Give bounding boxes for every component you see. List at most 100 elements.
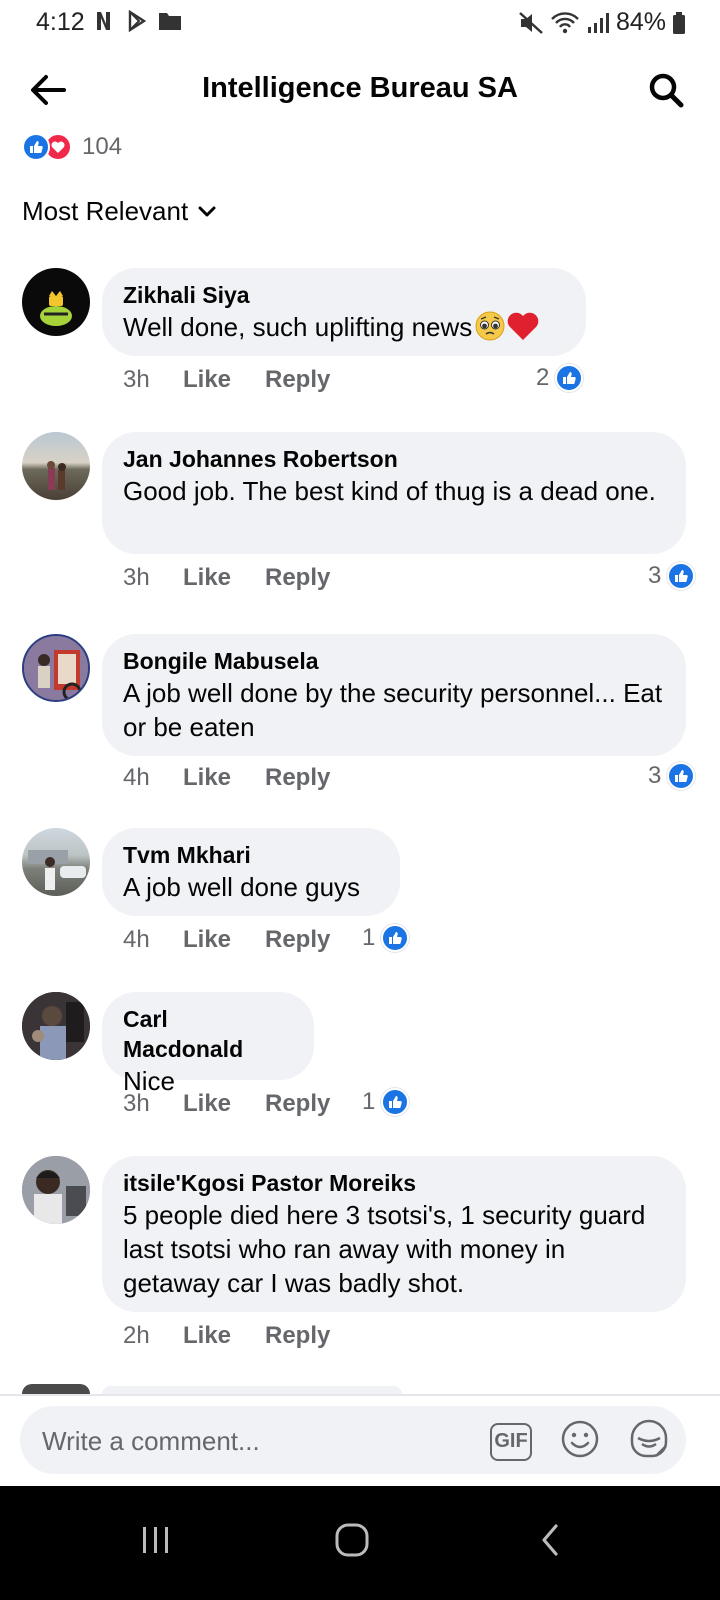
comment-like-count: 1 (362, 924, 376, 951)
comment-time[interactable]: 2h (123, 1322, 183, 1350)
like-button[interactable]: Like (183, 1090, 265, 1118)
comment-reactions[interactable]: 3 (648, 562, 696, 590)
avatar[interactable] (22, 992, 90, 1060)
status-time: 4:12 (36, 8, 85, 36)
like-icon (381, 1088, 410, 1116)
status-bar: 4:12 84% (0, 0, 720, 44)
comment-bubble[interactable]: Jan Johannes Robertson Good job. The bes… (102, 432, 686, 554)
comment-like-count: 1 (362, 1088, 376, 1115)
comment-actions: 3h Like Reply (123, 564, 355, 592)
comment-like-count: 2 (536, 364, 550, 391)
reactions-summary[interactable]: 104 (22, 132, 122, 162)
avatar[interactable] (22, 432, 90, 500)
comment-text: A job well done by the security personne… (123, 678, 663, 742)
comment-author[interactable]: Bongile Mabusela (123, 646, 666, 676)
reply-button[interactable]: Reply (265, 764, 355, 792)
next-comment-avatar-partial (22, 1384, 90, 1394)
like-button[interactable]: Like (183, 1322, 265, 1350)
comment-reactions[interactable]: 1 (362, 924, 410, 952)
reply-button[interactable]: Reply (265, 1322, 355, 1350)
comment-actions: 4h Like Reply (123, 926, 355, 954)
comment-actions: 2h Like Reply (123, 1322, 355, 1350)
comment-input[interactable]: Write a comment... (42, 1426, 260, 1457)
comment-time[interactable]: 4h (123, 926, 183, 954)
chevron-down-icon (198, 206, 216, 216)
sticker-button[interactable] (628, 1418, 670, 1465)
comment-time[interactable]: 3h (123, 1090, 183, 1118)
battery-percent: 84% (615, 8, 666, 36)
comment-bubble[interactable]: Tvm Mkhari A job well done guys (102, 828, 400, 916)
like-icon (555, 364, 584, 392)
avatar[interactable] (22, 828, 90, 896)
comment-author[interactable]: Carl Macdonald (123, 1004, 294, 1064)
mute-icon (519, 11, 543, 34)
comment-time[interactable]: 3h (123, 564, 183, 592)
like-button[interactable]: Like (183, 366, 265, 394)
next-comment-bubble-partial (102, 1386, 402, 1394)
composer-divider (0, 1394, 720, 1396)
comment-time[interactable]: 3h (123, 366, 183, 394)
emoji-icon (561, 1420, 599, 1458)
composer-actions: GIF (490, 1418, 670, 1465)
comment-time[interactable]: 4h (123, 764, 183, 792)
comment-author[interactable]: Jan Johannes Robertson (123, 444, 666, 474)
comment-bubble[interactable]: Zikhali Siya Well done, such uplifting n… (102, 268, 586, 356)
comment-text: Good job. The best kind of thug is a dea… (123, 476, 656, 506)
recents-icon (143, 1527, 168, 1553)
wifi-icon (551, 11, 579, 33)
reply-button[interactable]: Reply (265, 366, 355, 394)
comment-reactions[interactable]: 1 (362, 1088, 410, 1116)
like-icon (667, 562, 696, 590)
like-icon (381, 924, 410, 952)
comment-actions: 3h Like Reply (123, 1090, 355, 1118)
status-system-icons: 84% (518, 8, 686, 37)
status-notification-icons (94, 10, 182, 32)
comment-reactions[interactable]: 3 (648, 762, 696, 790)
like-button[interactable]: Like (183, 764, 265, 792)
comment-text: A job well done guys (123, 872, 361, 902)
gif-button[interactable]: GIF (490, 1422, 532, 1461)
signal-icon (587, 12, 609, 33)
avatar[interactable] (22, 268, 90, 336)
comment-like-count: 3 (648, 762, 662, 789)
reaction-count: 104 (82, 133, 123, 160)
avatar[interactable] (22, 634, 90, 702)
folder-icon (159, 13, 181, 30)
sticker-icon (630, 1419, 668, 1458)
back-icon (542, 1524, 558, 1556)
sort-dropdown[interactable]: Most Relevant (22, 196, 216, 227)
pleading-face-emoji (474, 310, 506, 350)
comment-author[interactable]: Zikhali Siya (123, 280, 566, 310)
comment-bubble[interactable]: Carl Macdonald Nice (102, 992, 314, 1096)
avatar[interactable] (22, 1156, 90, 1224)
comment-text: 5 people died here 3 tsotsi's, 1 securit… (123, 1200, 646, 1298)
comment-bubble[interactable]: itsile'Kgosi Pastor Moreiks 5 people die… (102, 1156, 686, 1312)
comment-reactions[interactable]: 2 (536, 364, 584, 392)
gif-icon: GIF (494, 1430, 528, 1452)
reply-button[interactable]: Reply (265, 1090, 355, 1118)
sort-label: Most Relevant (22, 196, 189, 226)
page-title: Intelligence Bureau SA (202, 72, 518, 104)
netflix-icon (97, 12, 110, 30)
comment-author[interactable]: itsile'Kgosi Pastor Moreiks (123, 1168, 666, 1198)
comment-like-count: 3 (648, 562, 662, 589)
like-icon (667, 762, 696, 790)
like-button[interactable]: Like (183, 926, 265, 954)
recents-button[interactable] (126, 1510, 186, 1570)
like-icon (22, 133, 50, 161)
comment-text: Well done, such uplifting news (123, 310, 566, 350)
search-icon (649, 73, 684, 108)
battery-icon (673, 11, 685, 34)
header: Intelligence Bureau SA (0, 50, 720, 130)
system-nav-bar (0, 1486, 720, 1600)
search-button[interactable] (640, 66, 692, 114)
comment-bubble[interactable]: Bongile Mabusela A job well done by the … (102, 634, 686, 756)
like-button[interactable]: Like (183, 564, 265, 592)
comment-author[interactable]: Tvm Mkhari (123, 840, 380, 870)
reply-button[interactable]: Reply (265, 926, 355, 954)
reply-button[interactable]: Reply (265, 564, 355, 592)
home-button[interactable] (322, 1510, 382, 1570)
comment-actions: 3h Like Reply (123, 366, 355, 394)
system-back-button[interactable] (520, 1510, 580, 1570)
emoji-button[interactable] (560, 1419, 600, 1464)
